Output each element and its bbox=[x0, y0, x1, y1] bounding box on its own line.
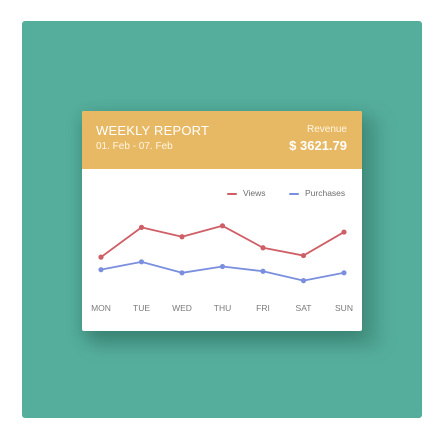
data-point-views-tue[interactable] bbox=[138, 224, 145, 230]
data-point-purchases-sun[interactable] bbox=[341, 270, 347, 276]
x-tick-label-sat: SAT bbox=[296, 303, 312, 313]
weekly-report-card: WEEKLY REPORT 01. Feb - 07. Feb Revenue … bbox=[82, 111, 362, 331]
data-point-views-mon[interactable] bbox=[98, 254, 104, 260]
data-point-purchases-sat[interactable] bbox=[300, 278, 307, 284]
data-point-purchases-wed[interactable] bbox=[179, 270, 185, 276]
data-point-views-fri[interactable] bbox=[260, 245, 266, 251]
x-tick-label-wed: WED bbox=[172, 303, 192, 313]
data-point-views-wed[interactable] bbox=[179, 234, 185, 240]
data-point-views-thu[interactable] bbox=[219, 223, 226, 229]
x-tick-label-thu: THU bbox=[214, 303, 231, 313]
x-tick-label-sun: SUN bbox=[335, 303, 353, 313]
x-tick-label-mon: MON bbox=[91, 303, 111, 313]
data-point-views-sat[interactable] bbox=[300, 252, 307, 259]
series-line-views bbox=[100, 224, 345, 258]
x-tick-label-fri: FRI bbox=[256, 303, 270, 313]
data-point-purchases-fri[interactable] bbox=[260, 268, 266, 274]
line-chart: MON TUE WED THU FRI SAT SUN bbox=[91, 223, 353, 313]
data-point-purchases-tue[interactable] bbox=[138, 259, 145, 265]
data-point-purchases-mon[interactable] bbox=[98, 267, 104, 273]
data-point-views-sun[interactable] bbox=[341, 229, 347, 235]
data-point-purchases-thu[interactable] bbox=[219, 263, 226, 270]
x-tick-label-tue: TUE bbox=[133, 303, 150, 313]
